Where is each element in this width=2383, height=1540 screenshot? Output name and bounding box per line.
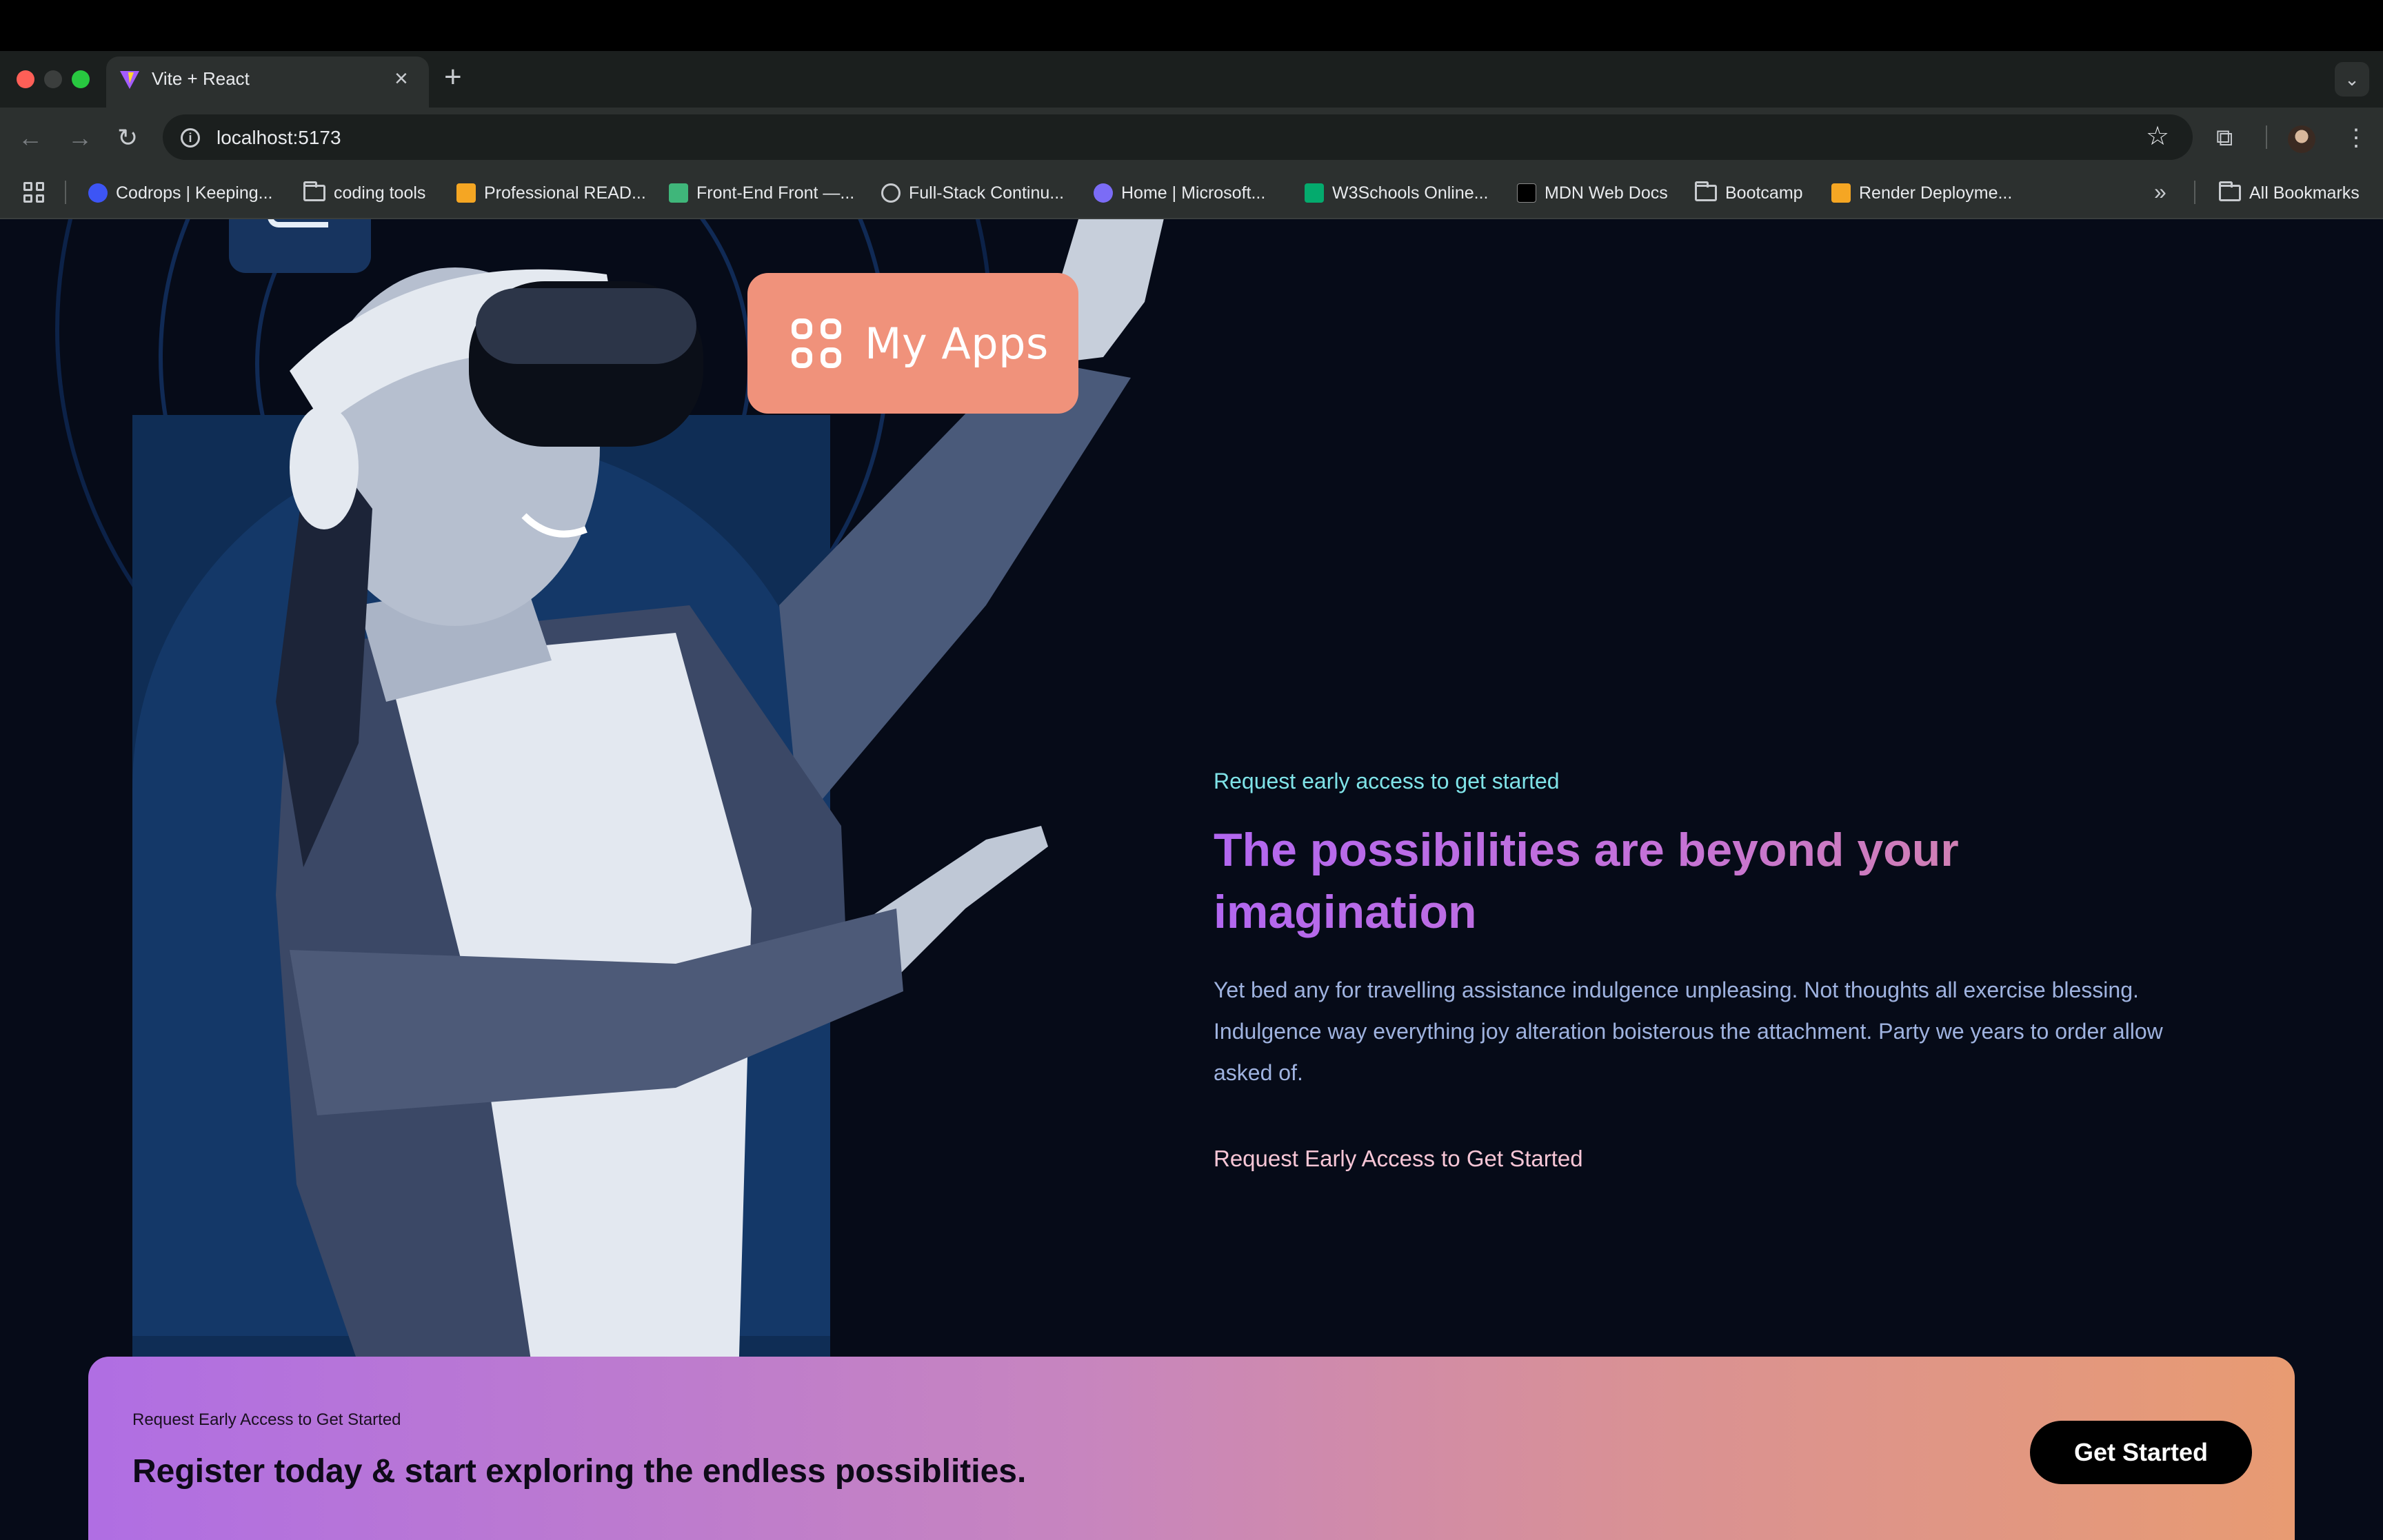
codrops-icon [88, 183, 108, 203]
bookmark-label: Home | Microsoft... [1121, 183, 1266, 203]
bookmark-folder[interactable]: coding tools [303, 181, 425, 205]
bookmarks-divider [65, 181, 66, 204]
apps-grid-icon [792, 318, 841, 368]
bookmark-label: Professional READ... [484, 183, 646, 203]
frontend-icon [669, 183, 688, 203]
tab-close-icon[interactable]: × [394, 66, 408, 91]
bookmark-label: coding tools [334, 183, 426, 203]
my-apps-card: My Apps [747, 273, 1078, 414]
fs-icon [456, 183, 476, 203]
tab-search-chevron-icon[interactable]: ⌄ [2335, 62, 2369, 97]
close-window-button[interactable] [17, 70, 34, 88]
forward-arrow-icon[interactable]: → [68, 124, 92, 152]
microsoft-learn-icon [1094, 183, 1113, 203]
maximize-window-button[interactable] [72, 70, 90, 88]
apps-grid-icon[interactable] [23, 182, 44, 203]
bookmarks-divider [2194, 181, 2195, 204]
bookmark-item[interactable]: Professional READ... [456, 181, 646, 205]
request-early-access-link[interactable]: Request Early Access to Get Started [1214, 1142, 1583, 1176]
all-bookmarks-label: All Bookmarks [2249, 183, 2360, 203]
minimize-window-button[interactable] [44, 70, 62, 88]
my-apps-label: My Apps [865, 318, 1049, 369]
cta-banner [88, 1357, 2295, 1540]
page-viewport: My Apps Request early access to get star… [0, 219, 2383, 1540]
bookmark-label: Render Deployme... [1859, 183, 2013, 203]
profile-avatar[interactable] [2288, 125, 2315, 153]
w3schools-icon [1305, 183, 1324, 203]
folder-icon [2219, 181, 2241, 201]
folder-icon [303, 181, 325, 201]
vite-icon [120, 71, 139, 89]
extensions-puzzle-icon[interactable]: ⧉ [2216, 124, 2233, 152]
new-tab-button[interactable]: + [444, 62, 462, 92]
fs-icon [1831, 183, 1851, 203]
hero-eyebrow: Request early access to get started [1214, 769, 1560, 793]
reload-icon[interactable]: ↻ [117, 124, 138, 152]
get-started-button[interactable]: Get Started [2030, 1421, 2252, 1484]
back-arrow-icon[interactable]: ← [18, 124, 43, 152]
address-bar[interactable] [163, 114, 2193, 160]
hero-headline: The possibilities are beyond your imagin… [1214, 819, 2179, 943]
bookmark-label: Codrops | Keeping... [116, 183, 273, 203]
bookmark-item[interactable]: Full-Stack Continu... [881, 181, 1064, 205]
bookmark-label: Front-End Front —... [696, 183, 855, 203]
bookmark-item[interactable]: MDN Web Docs [1517, 181, 1668, 205]
menu-bar-area [0, 0, 2383, 51]
bookmark-label: MDN Web Docs [1545, 183, 1668, 203]
banner-title: Register today & start exploring the end… [132, 1453, 1027, 1490]
kebab-menu-icon[interactable]: ⋮ [2344, 124, 2368, 152]
hero-body: Yet bed any for travelling assistance in… [1214, 977, 2163, 1085]
banner-eyebrow: Request Early Access to Get Started [132, 1410, 401, 1429]
bookmark-folder[interactable]: Bootcamp [1695, 181, 1803, 205]
all-bookmarks-folder[interactable]: All Bookmarks [2219, 181, 2360, 205]
bookmark-label: Full-Stack Continu... [909, 183, 1065, 203]
url-text[interactable]: localhost:5173 [217, 125, 341, 150]
toolbar-divider [2266, 125, 2267, 149]
folder-icon [1695, 181, 1717, 201]
globe-icon [881, 183, 901, 203]
bookmark-item[interactable]: Codrops | Keeping... [88, 181, 272, 205]
bookmark-label: W3Schools Online... [1332, 183, 1489, 203]
bookmark-label: Bootcamp [1725, 183, 1803, 203]
more-bookmarks-chevron-icon[interactable]: » [2154, 178, 2166, 205]
mdn-icon [1517, 183, 1536, 203]
bookmark-item[interactable]: Render Deployme... [1831, 181, 2012, 205]
bookmark-item[interactable]: Home | Microsoft... [1094, 181, 1265, 205]
bookmark-item[interactable]: W3Schools Online... [1305, 181, 1489, 205]
site-info-icon[interactable]: i [181, 128, 200, 148]
tab-title: Vite + React [152, 68, 250, 89]
bookmark-star-icon[interactable]: ☆ [2146, 123, 2169, 150]
bookmark-item[interactable]: Front-End Front —... [669, 181, 854, 205]
